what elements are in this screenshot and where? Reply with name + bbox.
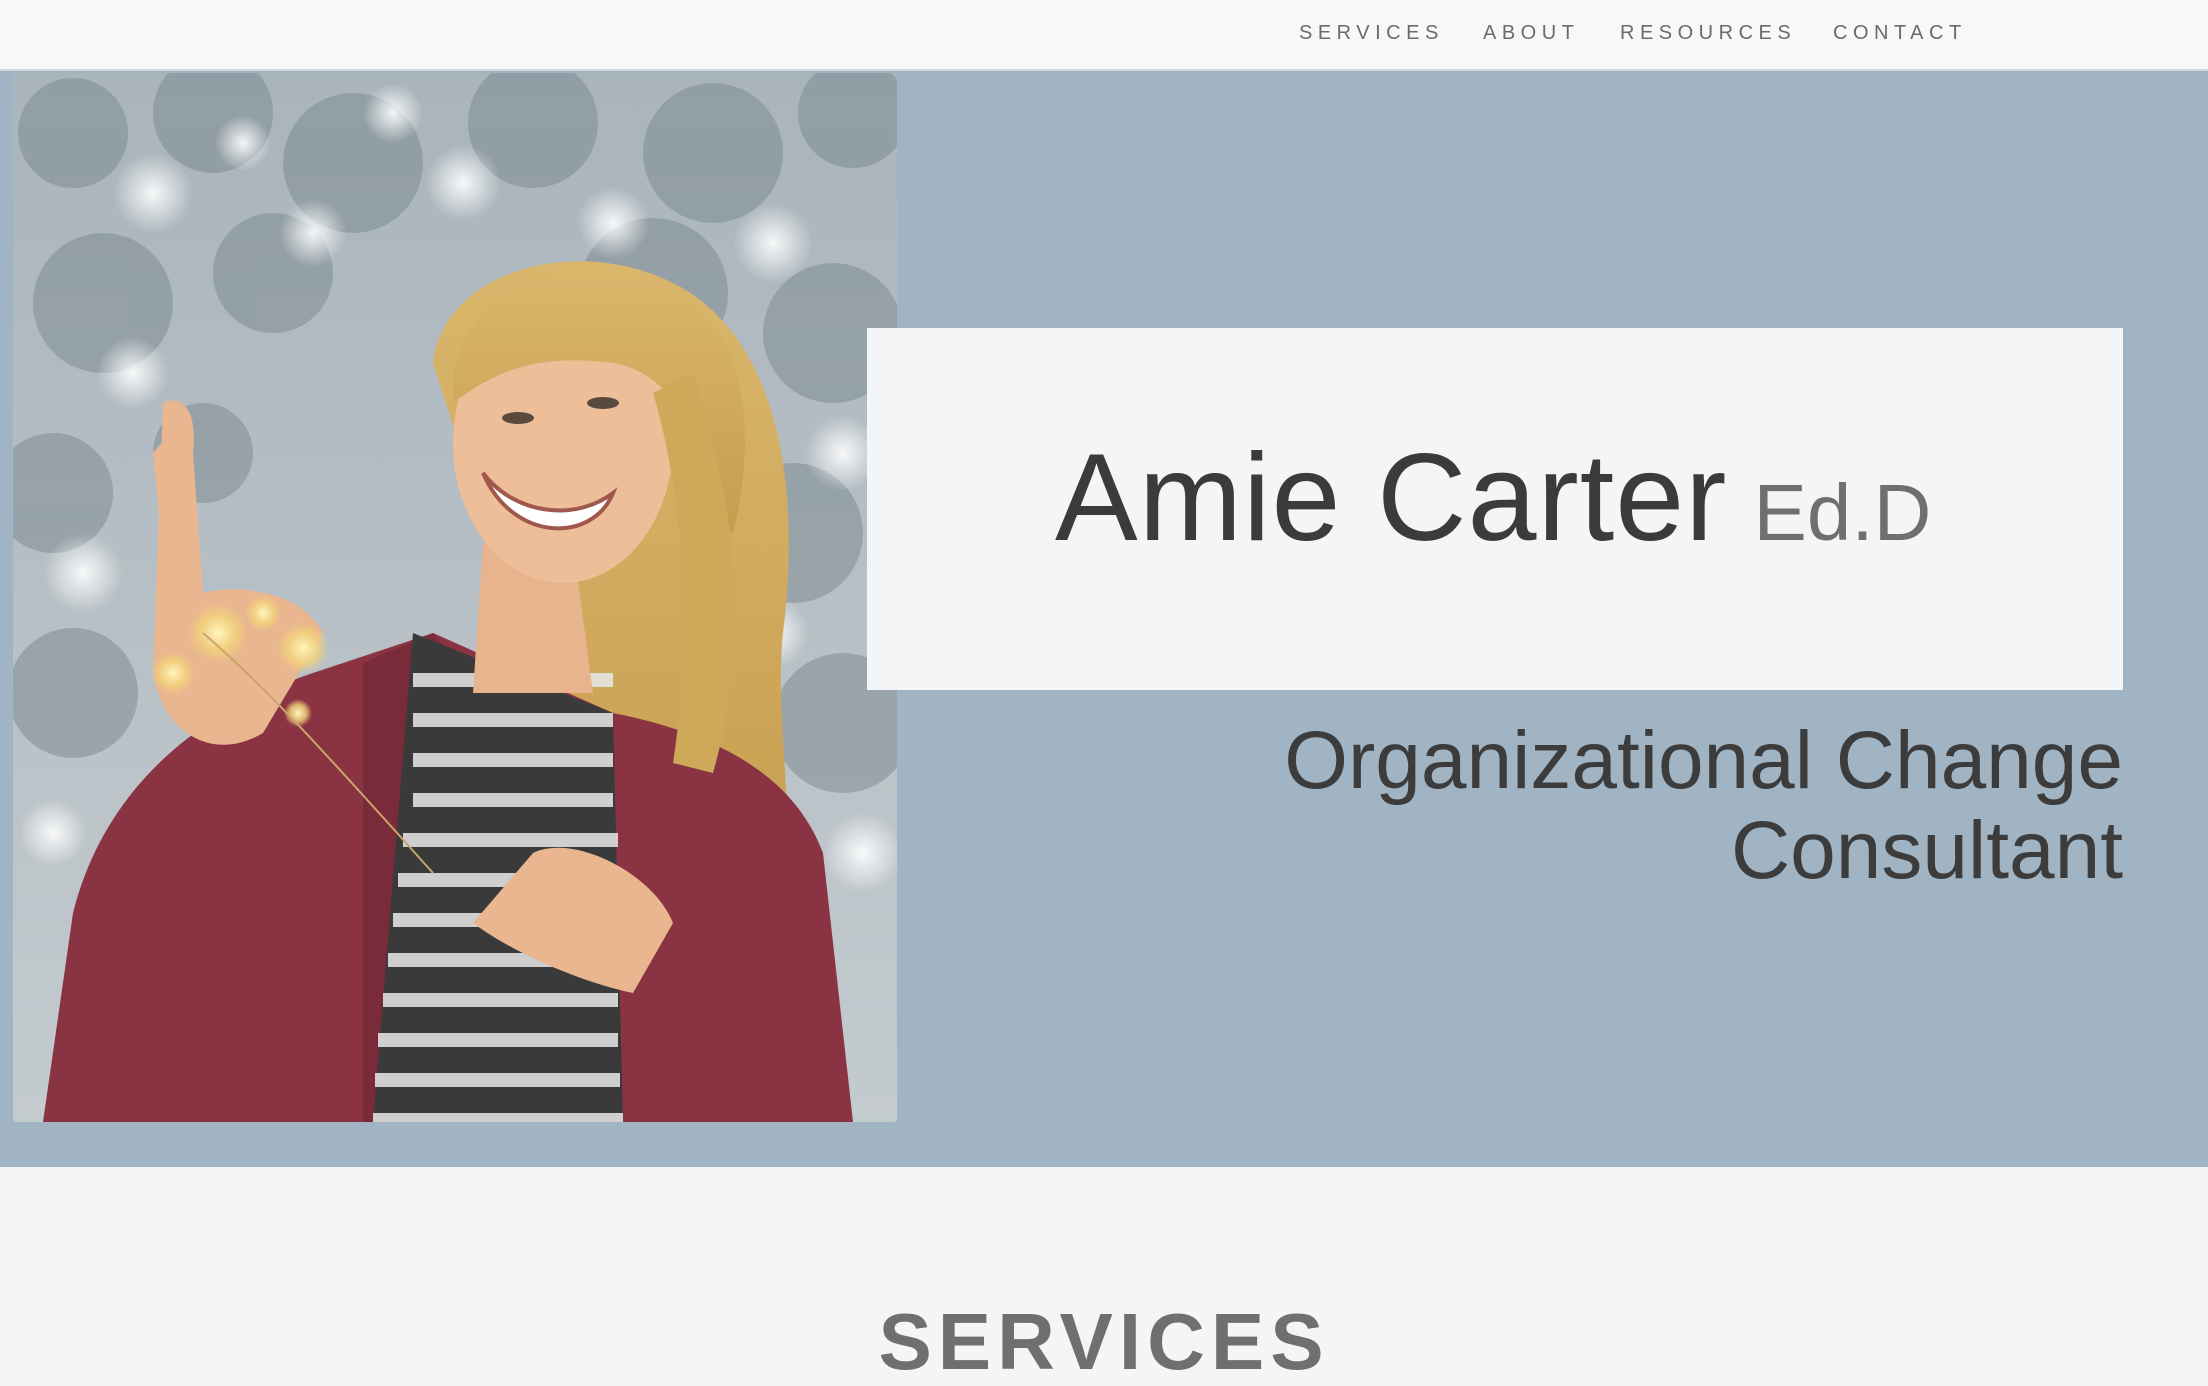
- page-title: Amie Carter Ed.D: [1055, 436, 1931, 560]
- nav-link-contact[interactable]: CONTACT: [1833, 22, 1967, 45]
- nav-link-about[interactable]: ABOUT: [1483, 22, 1579, 45]
- name-card: Amie Carter Ed.D: [867, 328, 2123, 690]
- tagline: Organizational Change Consultant: [1284, 716, 2123, 896]
- person-name: Amie Carter: [1055, 429, 1728, 567]
- portrait-photo: [13, 73, 897, 1122]
- hero-section: Amie Carter Ed.D Organizational Change Co…: [0, 71, 2208, 1167]
- top-navigation-bar: SERVICES ABOUT RESOURCES CONTACT: [0, 0, 2208, 71]
- credential-suffix: Ed.D: [1753, 468, 1932, 557]
- nav-link-services[interactable]: SERVICES: [1299, 22, 1444, 45]
- nav-link-resources[interactable]: RESOURCES: [1620, 22, 1796, 45]
- tagline-line-2: Consultant: [1730, 805, 2123, 896]
- tagline-line-1: Organizational Change: [1284, 715, 2123, 806]
- services-heading: SERVICES: [878, 1297, 1330, 1386]
